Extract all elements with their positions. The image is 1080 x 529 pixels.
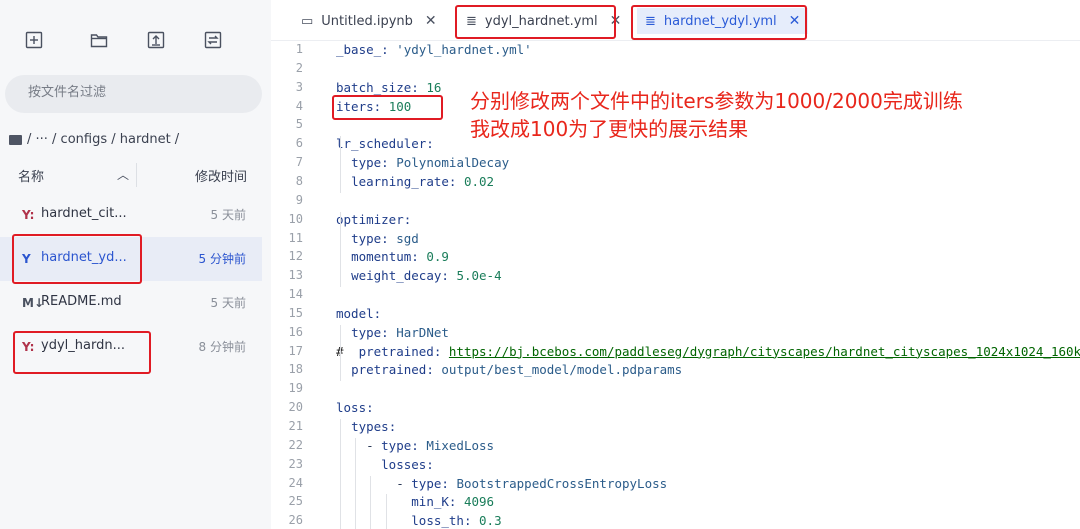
code-line[interactable]: batch_size: 16 <box>336 80 441 95</box>
file-row-hardnet-cityscapes[interactable]: Y: hardnet_cit... 5 天前 <box>0 193 262 237</box>
indent-guide <box>355 437 357 529</box>
highlight-box-ydyl-hardnet <box>13 331 151 374</box>
code-line[interactable]: - type: BootstrappedCrossEntropyLoss <box>336 476 667 491</box>
notebook-icon: ▭ <box>301 13 314 29</box>
code-line[interactable]: # pretrained: https://bj.bcebos.com/padd… <box>336 344 1080 359</box>
indent-guide <box>370 475 372 529</box>
line-number: 10 <box>288 211 303 226</box>
line-number: 25 <box>288 494 303 509</box>
code-line[interactable]: optimizer: <box>336 212 411 227</box>
code-line[interactable]: min_K: 4096 <box>336 494 494 509</box>
indent-guide <box>340 136 341 193</box>
line-number: 2 <box>295 60 303 75</box>
file-row-readme[interactable]: M↓ README.md 5 天前 <box>0 281 262 325</box>
line-number-gutter: 1 2 3 4 5 6 7 8 9 10 11 12 13 14 15 16 17 18 19 20 21 22 23 24 2… <box>271 40 311 529</box>
upload-icon[interactable] <box>146 30 166 50</box>
code-line[interactable]: momentum: 0.9 <box>336 249 449 264</box>
code-line[interactable]: loss_th: 0.3 <box>336 513 501 528</box>
breadcrumb-path[interactable]: / ··· / configs / hardnet / <box>27 132 179 147</box>
filter-box[interactable] <box>5 75 262 113</box>
highlight-box-hardnet-ydyl <box>12 234 142 284</box>
filter-input[interactable] <box>26 84 250 101</box>
line-number: 18 <box>288 362 303 377</box>
highlight-box-iters <box>332 95 443 120</box>
indent-guide <box>340 324 341 382</box>
line-number: 17 <box>288 343 303 358</box>
line-number: 7 <box>295 155 303 170</box>
folder-icon <box>9 134 22 145</box>
new-launcher-icon[interactable] <box>24 30 44 50</box>
line-number: 3 <box>295 79 303 94</box>
tab-untitled-ipynb[interactable]: ▭ Untitled.ipynb ✕ <box>301 8 437 34</box>
highlight-box-tab-ydyl <box>455 5 616 39</box>
code-line[interactable]: lr_scheduler: <box>336 136 434 151</box>
annotation-line-1: 分别修改两个文件中的iters参数为1000/2000完成训练 <box>470 89 963 113</box>
file-modified-time: 5 天前 <box>210 296 246 310</box>
file-browser-sidebar: / ··· / configs / hardnet / 名称 ︿ 修改时间 Y:… <box>0 0 271 529</box>
line-number: 21 <box>288 419 303 433</box>
file-name: README.md <box>41 294 122 309</box>
line-number: 20 <box>288 400 303 415</box>
line-number: 4 <box>295 98 303 113</box>
line-number: 14 <box>288 287 303 302</box>
line-number: 9 <box>295 192 303 207</box>
line-number: 8 <box>295 173 303 188</box>
line-number: 11 <box>288 230 303 245</box>
yaml-file-icon: Y: <box>22 208 35 222</box>
line-number: 23 <box>288 456 303 471</box>
breadcrumb[interactable]: / ··· / configs / hardnet / <box>9 132 179 147</box>
code-line[interactable]: type: sgd <box>336 231 419 246</box>
indent-guide <box>340 211 341 288</box>
code-line[interactable]: losses: <box>336 457 434 472</box>
code-line[interactable]: - type: MixedLoss <box>336 438 494 453</box>
line-number: 16 <box>288 324 303 339</box>
file-name: hardnet_cit... <box>41 206 127 221</box>
column-divider[interactable] <box>136 163 137 187</box>
column-header-modified[interactable]: 修改时间 <box>195 166 247 185</box>
file-modified-time: 5 分钟前 <box>198 252 246 266</box>
line-number: 22 <box>288 437 303 452</box>
line-number: 1 <box>295 42 303 56</box>
line-number: 12 <box>288 249 303 264</box>
code-line[interactable]: learning_rate: 0.02 <box>336 174 494 189</box>
line-number: 5 <box>295 117 303 132</box>
code-line[interactable]: loss: <box>336 400 374 415</box>
code-line[interactable]: types: <box>336 419 396 434</box>
new-folder-icon[interactable] <box>89 30 109 50</box>
code-line[interactable]: _base_: 'ydyl_hardnet.yml' <box>336 42 532 57</box>
column-header-name[interactable]: 名称 <box>18 166 44 185</box>
line-number: 15 <box>288 305 303 320</box>
sort-ascending-icon[interactable]: ︿ <box>117 166 129 183</box>
highlight-box-tab-hardnet <box>631 5 807 40</box>
line-number: 6 <box>295 136 303 151</box>
code-line[interactable]: pretrained: output/best_model/model.pdpa… <box>336 362 682 377</box>
line-number: 19 <box>288 381 303 396</box>
indent-guide <box>340 419 341 529</box>
code-line[interactable]: type: HarDNet <box>336 325 449 340</box>
annotation-line-2: 我改成100为了更快的展示结果 <box>470 117 749 141</box>
code-line[interactable]: model: <box>336 306 381 321</box>
code-line[interactable]: type: PolynomialDecay <box>336 155 509 170</box>
refresh-icon[interactable] <box>203 30 223 50</box>
code-line[interactable]: weight_decay: 5.0e-4 <box>336 268 502 283</box>
file-modified-time: 8 分钟前 <box>198 340 246 354</box>
indent-guide <box>385 494 387 529</box>
line-number: 26 <box>288 513 303 528</box>
line-number: 24 <box>288 475 303 490</box>
line-number: 13 <box>288 268 303 283</box>
file-modified-time: 5 天前 <box>210 208 246 222</box>
close-icon[interactable]: ✕ <box>425 13 437 29</box>
